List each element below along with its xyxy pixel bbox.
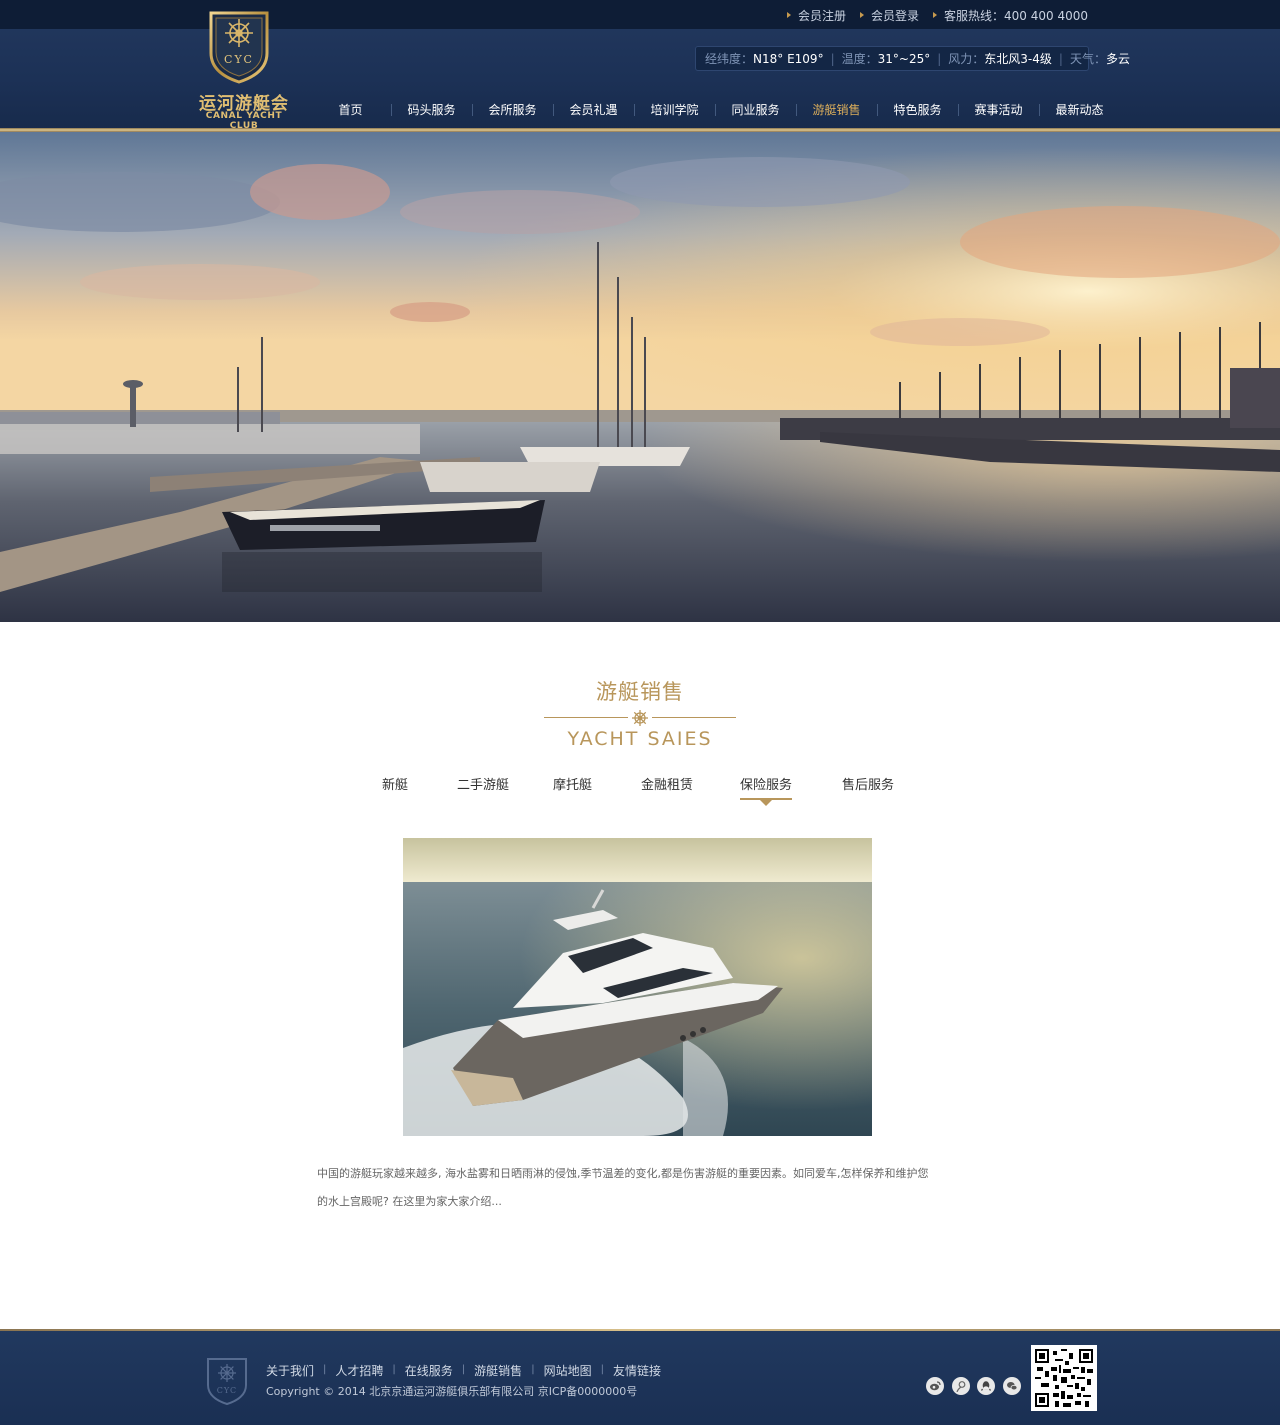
section-title-en: YACHT SAIES xyxy=(567,728,713,750)
tab-after-sales[interactable]: 售后服务 xyxy=(842,774,894,798)
top-strip xyxy=(0,0,1280,29)
temp-label: 温度： xyxy=(841,52,878,66)
qr-code-icon xyxy=(1035,1349,1093,1407)
tab-used-yacht[interactable]: 二手游艇 xyxy=(457,774,509,798)
tab-insurance-service[interactable]: 保险服务 xyxy=(740,774,793,806)
wind-value: 东北风3-4级 xyxy=(984,52,1052,66)
weather-bar: 经纬度： N18° E109° | 温度： 31°~25° | 风力： 东北风3-4级… xyxy=(695,46,1130,71)
footer-link-friend-links[interactable]: 友情链接 xyxy=(613,1362,661,1379)
footer-link-yacht-sales[interactable]: 游艇销售 xyxy=(474,1362,522,1379)
site-header: 会员注册 会员登录 客服热线：400 400 4000 CYC 运河游艇会 CA… xyxy=(0,0,1280,132)
site-footer: CYC 关于我们 | 人才招聘 | 在线服务 | 游艇销售 | 网站地图 | 友… xyxy=(0,1329,1280,1425)
ship-wheel-icon xyxy=(632,710,648,726)
tab-jet-ski[interactable]: 摩托艇 xyxy=(553,774,592,798)
footer-link-online-service[interactable]: 在线服务 xyxy=(405,1362,453,1379)
hero-banner-image xyxy=(0,132,1280,622)
nav-item-events[interactable]: 赛事活动 xyxy=(958,99,1039,121)
copyright-text: Copyright © 2014 北京京通运河游艇俱乐部有限公司 京ICP备00… xyxy=(266,1385,638,1398)
tencent-weibo-icon[interactable] xyxy=(951,1377,970,1395)
arrow-right-icon xyxy=(933,12,938,18)
title-ornament xyxy=(540,708,740,728)
tab-new-yacht[interactable]: 新艇 xyxy=(382,774,408,798)
sky-value: 多云 xyxy=(1105,52,1130,66)
sky-label: 天气： xyxy=(1069,52,1106,66)
arrow-right-icon xyxy=(860,12,864,18)
qr-code xyxy=(1031,1345,1097,1411)
footer-link-sitemap[interactable]: 网站地图 xyxy=(544,1362,592,1379)
yacht-photo xyxy=(403,838,872,1136)
sales-category-tabs: 新艇 二手游艇 摩托艇 金融租赁 保险服务 售后服务 xyxy=(360,774,920,808)
tab-financial-leasing[interactable]: 金融租赁 xyxy=(641,774,693,798)
nav-item-trade-service[interactable]: 同业服务 xyxy=(715,99,796,121)
tab-insurance-label: 保险服务 xyxy=(740,778,793,793)
footer-link-careers[interactable]: 人才招聘 xyxy=(335,1362,383,1379)
nav-item-special-service[interactable]: 特色服务 xyxy=(877,99,958,121)
separator: | xyxy=(937,51,942,66)
footer-club-shield-icon: CYC xyxy=(207,1358,247,1405)
active-tab-pointer-icon xyxy=(760,800,772,806)
register-link[interactable]: 会员注册 xyxy=(786,7,846,23)
wind-label: 风力： xyxy=(948,52,985,66)
ornament-line-right xyxy=(652,717,736,718)
qq-icon[interactable] xyxy=(977,1377,995,1395)
wechat-icon[interactable] xyxy=(1002,1377,1021,1395)
nav-item-training-academy[interactable]: 培训学院 xyxy=(634,99,715,121)
nav-item-yacht-sales[interactable]: 游艇销售 xyxy=(796,99,877,121)
login-label: 会员登录 xyxy=(871,8,920,23)
svg-text:CYC: CYC xyxy=(224,53,254,66)
club-shield-icon: CYC xyxy=(209,11,269,84)
ornament-line-left xyxy=(544,717,628,718)
separator: | xyxy=(531,1364,535,1375)
nav-item-clubhouse-service[interactable]: 会所服务 xyxy=(472,99,553,121)
section-title: 游艇销售 YACHT SAIES xyxy=(540,676,740,750)
register-label: 会员注册 xyxy=(797,8,846,23)
social-icons xyxy=(926,1377,1028,1395)
site-logo[interactable]: CYC 运河游艇会 CANAL YACHT CLUB xyxy=(194,9,294,131)
separator: | xyxy=(600,1364,604,1375)
section-title-cn: 游艇销售 xyxy=(596,680,684,704)
hotline-text: 客服热线：400 400 4000 xyxy=(944,8,1088,23)
main-nav: 首页 码头服务 会所服务 会员礼遇 培训学院 同业服务 游艇销售 特色服务 赛事… xyxy=(310,99,1120,121)
footer-gold-line xyxy=(0,1329,1280,1331)
article-description: 中国的游艇玩家越来越多, 海水盐雾和日晒雨淋的侵蚀,季节温差的变化,都是伤害游艇… xyxy=(317,1167,929,1208)
footer-links: 关于我们 | 人才招聘 | 在线服务 | 游艇销售 | 网站地图 | 友情链接 xyxy=(266,1362,661,1379)
nav-item-home[interactable]: 首页 xyxy=(310,99,391,121)
weibo-icon[interactable] xyxy=(926,1377,944,1395)
top-links: 会员注册 会员登录 客服热线：400 400 4000 xyxy=(773,7,1088,23)
coord-value: N18° E109° xyxy=(753,51,824,66)
temp-value: 31°~25° xyxy=(877,51,931,66)
separator: | xyxy=(461,1364,466,1375)
separator: | xyxy=(323,1364,327,1375)
hotline: 客服热线：400 400 4000 xyxy=(933,7,1088,23)
footer-link-about[interactable]: 关于我们 xyxy=(266,1362,314,1379)
separator: | xyxy=(392,1364,396,1375)
nav-item-marina-service[interactable]: 码头服务 xyxy=(391,99,472,121)
nav-item-member-benefits[interactable]: 会员礼遇 xyxy=(553,99,634,121)
coord-label: 经纬度： xyxy=(705,52,754,66)
speeding-yacht-image xyxy=(403,838,872,1136)
separator: | xyxy=(830,51,835,66)
svg-text:CYC: CYC xyxy=(217,1386,237,1395)
separator: | xyxy=(1058,51,1063,66)
login-link[interactable]: 会员登录 xyxy=(860,7,919,23)
arrow-right-icon xyxy=(786,12,791,18)
marina-sunset-photo xyxy=(0,132,1280,622)
nav-item-news[interactable]: 最新动态 xyxy=(1039,99,1120,121)
